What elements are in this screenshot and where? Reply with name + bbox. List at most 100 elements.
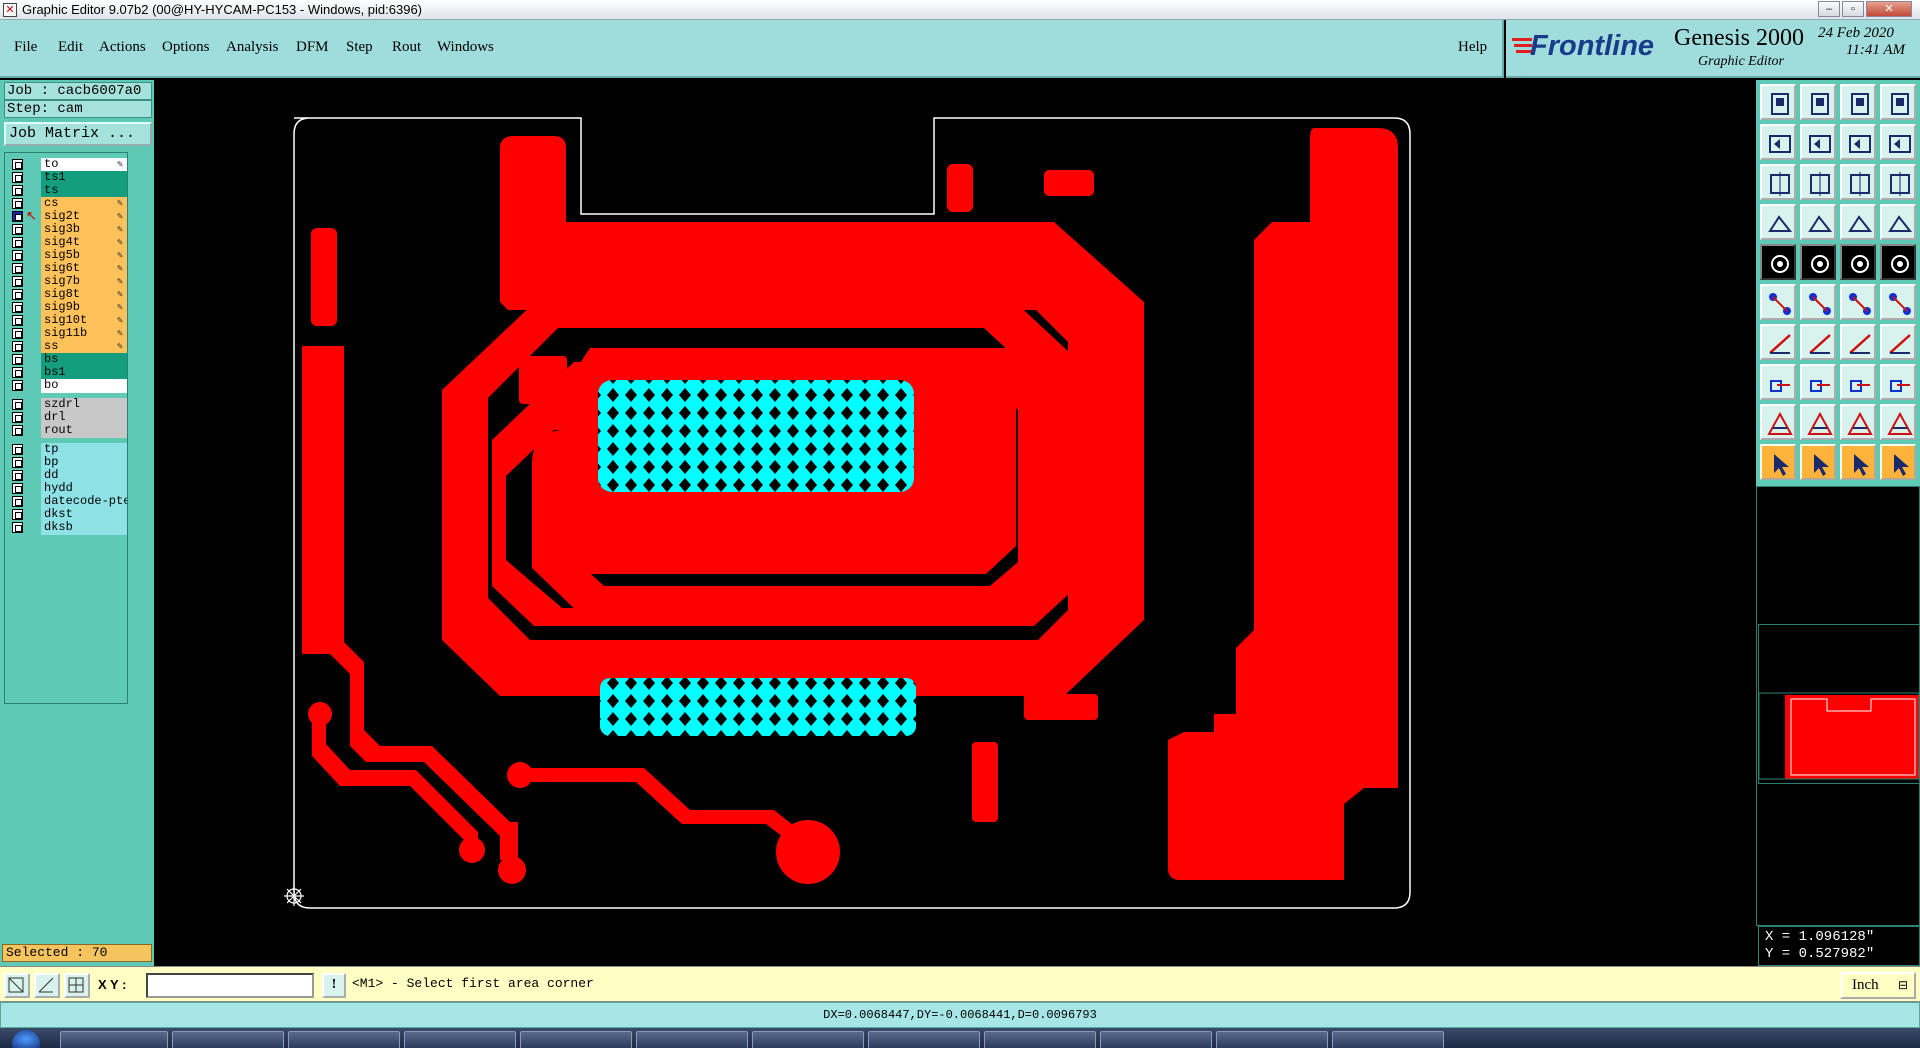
taskbar-item[interactable] <box>404 1031 516 1048</box>
pointer-alt-button[interactable] <box>1840 444 1876 480</box>
layer-checkbox[interactable] <box>12 457 23 468</box>
layer-checkbox[interactable] <box>12 354 23 365</box>
triangle-b-button[interactable] <box>1800 404 1836 440</box>
minimize-button[interactable]: – <box>1818 1 1840 17</box>
line-h-button[interactable] <box>1800 364 1836 400</box>
layers-button[interactable] <box>1840 204 1876 240</box>
triangle-d-button[interactable] <box>1880 404 1916 440</box>
pointer-select-button[interactable] <box>1800 444 1836 480</box>
job-matrix-button[interactable]: Job Matrix ... <box>4 122 152 146</box>
layer-checkbox[interactable] <box>12 496 23 507</box>
graphic-canvas[interactable] <box>154 80 1756 966</box>
menu-options[interactable]: Options <box>162 39 210 56</box>
minimap[interactable] <box>1758 624 1920 784</box>
layer-checkbox[interactable] <box>12 509 23 520</box>
layer-checkbox[interactable] <box>12 185 23 196</box>
node-move-button[interactable] <box>1760 284 1796 320</box>
taskbar-item[interactable] <box>984 1031 1096 1048</box>
pointer-button[interactable] <box>1760 444 1796 480</box>
layer-name[interactable]: dksb <box>41 521 127 535</box>
layer-checkbox[interactable] <box>12 399 23 410</box>
scale-1-2-button[interactable] <box>1840 164 1876 200</box>
line-node-button[interactable] <box>1840 284 1876 320</box>
layer-row[interactable]: rout <box>5 423 127 438</box>
menu-dfm[interactable]: DFM <box>296 39 329 56</box>
taskbar-item[interactable] <box>520 1031 632 1048</box>
layer-checkbox[interactable] <box>12 237 23 248</box>
taskbar-item[interactable] <box>288 1031 400 1048</box>
arc-button[interactable] <box>1840 324 1876 360</box>
layer-checkbox[interactable] <box>12 172 23 183</box>
layer-checkbox[interactable] <box>12 470 23 481</box>
split-button[interactable] <box>1880 324 1916 360</box>
taskbar-item[interactable] <box>752 1031 864 1048</box>
fit-window-button[interactable] <box>1880 84 1916 120</box>
copy-button[interactable] <box>1880 364 1916 400</box>
line-node-alt-button[interactable] <box>1880 284 1916 320</box>
layer-checkbox[interactable] <box>12 444 23 455</box>
line-draw-button[interactable] <box>1760 324 1796 360</box>
menu-step[interactable]: Step <box>346 39 373 56</box>
layer-name[interactable]: rout <box>41 424 127 438</box>
maximize-button[interactable]: ▫ <box>1842 1 1864 17</box>
ruler-button[interactable] <box>1840 244 1876 280</box>
home-view-button[interactable] <box>1840 84 1876 120</box>
layer-checkbox[interactable] <box>12 315 23 326</box>
menu-rout[interactable]: Rout <box>392 39 421 56</box>
layers-alt-button[interactable] <box>1880 204 1916 240</box>
taskbar-item[interactable] <box>1216 1031 1328 1048</box>
layer-checkbox[interactable] <box>12 224 23 235</box>
layer-checkbox[interactable] <box>12 250 23 261</box>
alert-button[interactable]: ! <box>322 973 346 998</box>
line-diag-button[interactable] <box>1800 324 1836 360</box>
taskbar-item[interactable] <box>636 1031 748 1048</box>
pan-right-button[interactable] <box>1800 124 1836 160</box>
pointer-route-button[interactable] <box>1880 444 1916 480</box>
redraw-button[interactable] <box>1880 124 1916 160</box>
taskbar-item[interactable] <box>1332 1031 1444 1048</box>
h-scale-button[interactable] <box>1840 364 1876 400</box>
center-button[interactable] <box>1800 164 1836 200</box>
layer-checkbox[interactable] <box>12 522 23 533</box>
triangle-a-button[interactable] <box>1760 404 1796 440</box>
menu-file[interactable]: File <box>14 39 37 56</box>
snap-button[interactable] <box>1760 204 1796 240</box>
grid-snap-button[interactable] <box>64 973 90 998</box>
layer-checkbox[interactable] <box>12 328 23 339</box>
zoom-in-button[interactable] <box>1800 84 1836 120</box>
slash-button[interactable] <box>1800 244 1836 280</box>
layer-checkbox[interactable] <box>12 289 23 300</box>
layer-checkbox[interactable] <box>12 341 23 352</box>
measure-button[interactable] <box>34 973 60 998</box>
pad-add-button[interactable] <box>1760 364 1796 400</box>
layer-row[interactable]: dksb <box>5 520 127 535</box>
taskbar-item[interactable] <box>868 1031 980 1048</box>
dot-button[interactable] <box>1880 244 1916 280</box>
zoom-box-button[interactable] <box>4 973 30 998</box>
layer-checkbox[interactable] <box>12 483 23 494</box>
fit-all-button[interactable] <box>1760 164 1796 200</box>
menu-windows[interactable]: Windows <box>437 39 494 56</box>
layer-checkbox[interactable] <box>12 302 23 313</box>
menu-actions[interactable]: Actions <box>99 39 146 56</box>
layer-checkbox[interactable] <box>12 198 23 209</box>
taskbar-item[interactable] <box>1100 1031 1212 1048</box>
units-select[interactable]: Inch ⊟ <box>1840 972 1916 999</box>
cross-node-button[interactable] <box>1800 284 1836 320</box>
layer-checkbox[interactable] <box>12 159 23 170</box>
layer-row[interactable]: bo <box>5 378 127 393</box>
grid-button[interactable] <box>1800 204 1836 240</box>
layer-name[interactable]: bo <box>41 379 127 393</box>
xy-input[interactable] <box>146 973 314 998</box>
pan-left-button[interactable] <box>1760 124 1796 160</box>
query-button[interactable] <box>1880 164 1916 200</box>
layer-checkbox[interactable] <box>12 263 23 274</box>
layer-checkbox[interactable] <box>12 380 23 391</box>
zoom-home-button[interactable] <box>1760 84 1796 120</box>
layer-checkbox[interactable] <box>12 211 23 222</box>
menu-analysis[interactable]: Analysis <box>226 39 279 56</box>
menu-help[interactable]: Help <box>1458 39 1487 56</box>
start-button[interactable] <box>12 1030 40 1048</box>
mirror-button[interactable] <box>1840 124 1876 160</box>
taskbar-item[interactable] <box>60 1031 168 1048</box>
